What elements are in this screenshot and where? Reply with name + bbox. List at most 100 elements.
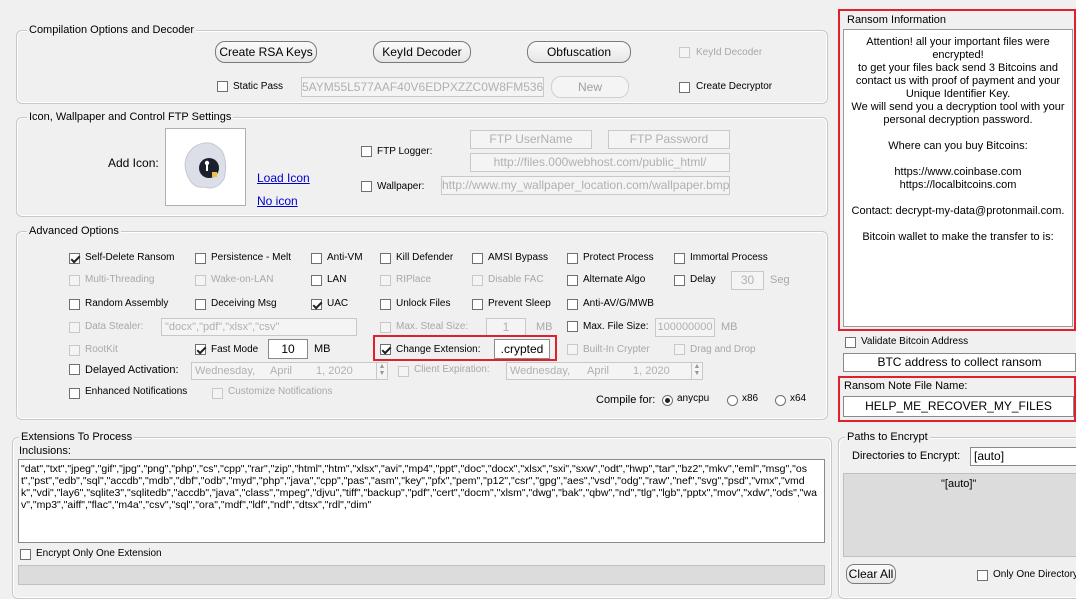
anycpu-radio[interactable] bbox=[662, 395, 673, 406]
change-extension-checkbox[interactable] bbox=[380, 344, 391, 355]
wallpaper-checkbox[interactable] bbox=[361, 181, 372, 192]
uac-checkbox[interactable] bbox=[311, 299, 322, 310]
date2-rest: 1, 2020 bbox=[633, 365, 670, 377]
client-expiration-checkbox[interactable] bbox=[398, 366, 409, 377]
deceiving-msg-checkbox[interactable] bbox=[195, 299, 206, 310]
riplace-checkbox[interactable] bbox=[380, 275, 391, 286]
static-pass-checkbox[interactable] bbox=[217, 81, 228, 92]
date1-month: April bbox=[270, 365, 293, 377]
x86-radio[interactable] bbox=[727, 395, 738, 406]
customize-notifications-checkbox[interactable] bbox=[212, 388, 223, 399]
client-expiration-date[interactable]: Wednesday, April 1, 2020 ▲ ▼ bbox=[506, 362, 703, 380]
uac-label: UAC bbox=[327, 298, 349, 309]
lan-checkbox[interactable] bbox=[311, 275, 322, 286]
protect-process-checkbox[interactable] bbox=[567, 253, 578, 264]
max-file-size-label: Max. File Size: bbox=[583, 321, 649, 332]
ransom-message-line bbox=[846, 218, 1070, 231]
fast-mode-input[interactable]: 10 bbox=[268, 339, 308, 359]
max-file-size-checkbox[interactable] bbox=[567, 321, 578, 332]
keyid-decoder-checkbox[interactable] bbox=[679, 47, 690, 58]
no-icon-link[interactable]: No icon bbox=[257, 194, 298, 208]
delayed-activation-checkbox[interactable] bbox=[69, 364, 80, 375]
extension-list-area[interactable] bbox=[18, 565, 825, 585]
icon-preview[interactable] bbox=[165, 128, 246, 206]
keyid-decoder-label: KeyId Decoder bbox=[696, 47, 763, 58]
wallpaper-label: Wallpaper: bbox=[377, 181, 425, 192]
drag-drop-checkbox[interactable] bbox=[674, 344, 685, 355]
persistence-checkbox[interactable] bbox=[195, 253, 206, 264]
inclusions-textarea[interactable]: "dat","txt","jpeg","gif","jpg","png","ph… bbox=[18, 459, 825, 543]
max-steal-size-checkbox[interactable] bbox=[380, 322, 391, 333]
unlock-files-checkbox[interactable] bbox=[380, 299, 391, 310]
date2-day: Wednesday, bbox=[510, 365, 571, 377]
only-one-directory-checkbox[interactable] bbox=[977, 570, 988, 581]
paths-list-item[interactable]: "[auto]" bbox=[941, 478, 976, 490]
anti-vm-checkbox[interactable] bbox=[311, 253, 322, 264]
btc-address-input[interactable]: BTC address to collect ransom bbox=[843, 353, 1076, 372]
delay-input[interactable]: 30 bbox=[731, 271, 764, 290]
ransom-message-line: Contact: decrypt-my-data@protonmail.com. bbox=[851, 205, 1065, 217]
date1-rest: 1, 2020 bbox=[316, 365, 353, 377]
extension-input[interactable]: .crypted bbox=[494, 339, 550, 359]
change-extension-label: Change Extension: bbox=[396, 344, 481, 355]
encrypt-one-extension-checkbox[interactable] bbox=[20, 549, 31, 560]
data-stealer-checkbox[interactable] bbox=[69, 322, 80, 333]
ransom-note-input[interactable]: HELP_ME_RECOVER_MY_FILES bbox=[843, 396, 1074, 417]
x64-radio[interactable] bbox=[775, 395, 786, 406]
ransom-message-line: Unique Identifier Key. bbox=[905, 88, 1011, 100]
advanced-options-legend: Advanced Options bbox=[27, 225, 121, 238]
kill-defender-checkbox[interactable] bbox=[380, 253, 391, 264]
alternate-algo-checkbox[interactable] bbox=[567, 275, 578, 286]
load-icon-link[interactable]: Load Icon bbox=[257, 171, 310, 185]
keyid-decoder-button[interactable]: KeyId Decoder bbox=[373, 41, 471, 63]
deceiving-msg-label: Deceiving Msg bbox=[211, 298, 277, 309]
date1-spinner-icon[interactable]: ▲ ▼ bbox=[376, 363, 387, 379]
delay-label: Delay bbox=[690, 274, 716, 285]
customize-notifications-label: Customize Notifications bbox=[228, 386, 333, 397]
disable-fac-checkbox[interactable] bbox=[472, 275, 483, 286]
obfuscation-button[interactable]: Obfuscation bbox=[527, 41, 631, 63]
directories-input[interactable]: [auto] bbox=[970, 447, 1076, 466]
wake-on-lan-checkbox[interactable] bbox=[195, 275, 206, 286]
persistence-label: Persistence - Melt bbox=[211, 252, 292, 263]
delay-checkbox[interactable] bbox=[674, 275, 685, 286]
delayed-activation-date[interactable]: Wednesday, April 1, 2020 ▲ ▼ bbox=[191, 362, 388, 380]
ftp-password-input[interactable]: FTP Password bbox=[608, 130, 730, 149]
builtin-crypter-checkbox[interactable] bbox=[567, 344, 578, 355]
amsi-bypass-label: AMSI Bypass bbox=[488, 252, 549, 263]
ransom-message-line: Bitcoin wallet to make the transfer to i… bbox=[862, 231, 1054, 243]
validate-bitcoin-checkbox[interactable] bbox=[845, 337, 856, 348]
static-pass-input[interactable]: 5AYM55L577AAF40V6EDPXZZC0W8FM536 bbox=[301, 77, 544, 97]
anti-av-label: Anti-AV/G/MWB bbox=[583, 298, 654, 309]
data-stealer-input[interactable]: "docx","pdf","xlsx","csv" bbox=[161, 318, 357, 336]
immortal-process-checkbox[interactable] bbox=[674, 253, 685, 264]
ftp-username-input[interactable]: FTP UserName bbox=[470, 130, 592, 149]
prevent-sleep-checkbox[interactable] bbox=[472, 299, 483, 310]
date1-day: Wednesday, bbox=[195, 365, 256, 377]
immortal-process-label: Immortal Process bbox=[690, 252, 768, 263]
random-assembly-checkbox[interactable] bbox=[69, 299, 80, 310]
random-assembly-label: Random Assembly bbox=[85, 298, 169, 309]
new-key-button[interactable]: New bbox=[551, 76, 629, 98]
wallpaper-url-input[interactable]: http://www.my_wallpaper_location.com/wal… bbox=[441, 176, 730, 195]
multi-threading-checkbox[interactable] bbox=[69, 275, 80, 286]
max-file-size-input[interactable]: 100000000 bbox=[655, 318, 715, 337]
amsi-bypass-checkbox[interactable] bbox=[472, 253, 483, 264]
ransom-message-textbox[interactable]: Attention! all your important files were… bbox=[843, 29, 1073, 327]
create-decryptor-checkbox[interactable] bbox=[679, 82, 690, 93]
delayed-activation-label: Delayed Activation: bbox=[85, 364, 179, 376]
date2-spinner-icon[interactable]: ▲ ▼ bbox=[691, 363, 702, 379]
ftp-logger-checkbox[interactable] bbox=[361, 146, 372, 157]
create-rsa-keys-button[interactable]: Create RSA Keys bbox=[215, 41, 317, 63]
fast-mode-checkbox[interactable] bbox=[195, 344, 206, 355]
ftp-url-input[interactable]: http://files.000webhost.com/public_html/ bbox=[470, 153, 730, 172]
clear-all-button[interactable]: Clear All bbox=[846, 564, 896, 584]
paths-listbox[interactable]: "[auto]" bbox=[843, 473, 1076, 557]
enhanced-notifications-checkbox[interactable] bbox=[69, 388, 80, 399]
data-stealer-label: Data Stealer: bbox=[85, 321, 144, 332]
self-delete-label: Self-Delete Ransom bbox=[85, 252, 175, 263]
anti-av-checkbox[interactable] bbox=[567, 299, 578, 310]
ransom-ghost-icon bbox=[184, 142, 227, 189]
self-delete-checkbox[interactable] bbox=[69, 253, 80, 264]
rootkit-checkbox[interactable] bbox=[69, 345, 80, 356]
